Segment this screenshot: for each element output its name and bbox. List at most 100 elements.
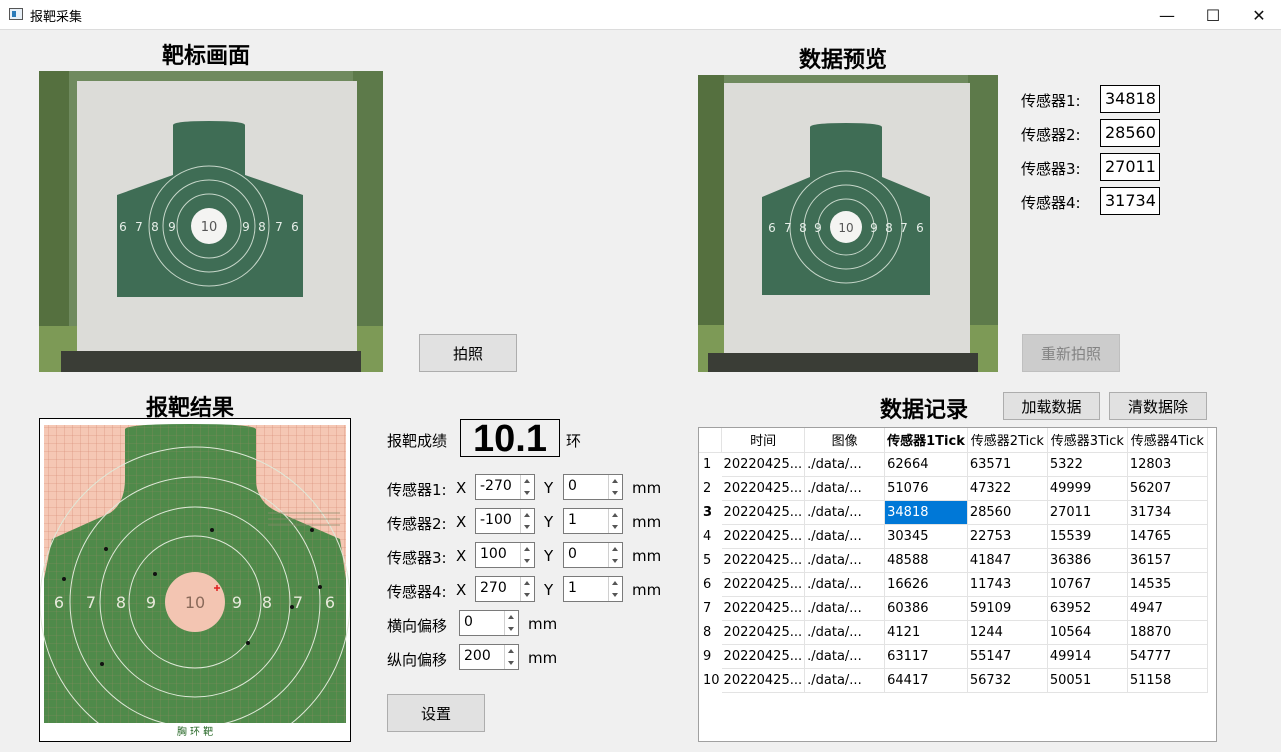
table-cell[interactable]: 5322 — [1047, 452, 1128, 477]
table-cell[interactable]: 10564 — [1047, 620, 1128, 645]
table-cell[interactable]: 49999 — [1047, 476, 1128, 501]
table-cell[interactable]: 41847 — [967, 548, 1048, 573]
column-header[interactable]: 传感器4Tick — [1127, 428, 1208, 453]
table-cell[interactable]: 47322 — [967, 476, 1048, 501]
table-cell[interactable]: 34818 — [884, 500, 968, 525]
table-cell[interactable]: ./data/... — [804, 476, 886, 501]
minimize-button[interactable]: — — [1144, 0, 1190, 30]
table-cell[interactable]: 27011 — [1047, 500, 1128, 525]
table-row[interactable]: 1 20220425... ./data/... 62664 63571 5322 1280… — [699, 452, 1208, 477]
table-cell[interactable]: ./data/... — [804, 644, 886, 669]
table-cell[interactable]: ./data/... — [804, 524, 886, 549]
table-row[interactable]: 6 20220425... ./data/... 16626 11743 10767 145… — [699, 572, 1208, 597]
recapture-button[interactable]: 重新拍照 — [1022, 334, 1120, 372]
table-cell[interactable]: 20220425... — [721, 668, 806, 693]
table-cell[interactable]: 4121 — [884, 620, 968, 645]
sensor4-y-spinbox[interactable]: 1 — [563, 576, 623, 602]
table-cell[interactable]: 1244 — [967, 620, 1048, 645]
table-cell[interactable]: ./data/... — [804, 596, 886, 621]
table-cell[interactable]: 20220425... — [721, 644, 806, 669]
table-cell[interactable]: 16626 — [884, 572, 968, 597]
table-cell[interactable]: 20220425... — [721, 620, 806, 645]
table-cell[interactable]: ./data/... — [804, 620, 886, 645]
table-cell[interactable]: ./data/... — [804, 452, 886, 477]
sensor2-x-spinbox[interactable]: -100 — [475, 508, 535, 534]
row-number[interactable]: 4 — [699, 524, 722, 548]
column-header[interactable]: 时间 — [721, 428, 806, 453]
table-cell[interactable]: ./data/... — [804, 548, 886, 573]
table-cell[interactable]: ./data/... — [804, 500, 886, 525]
table-row[interactable]: 3 20220425... ./data/... 34818 28560 27011 317… — [699, 500, 1208, 525]
sensor2-y-spinbox[interactable]: 1 — [563, 508, 623, 534]
v-offset-spinbox[interactable]: 200 — [459, 644, 519, 670]
table-row[interactable]: 10 20220425... ./data/... 64417 56732 50051 51… — [699, 668, 1208, 693]
sensor1-y-spinbox[interactable]: 0 — [563, 474, 623, 500]
table-cell[interactable]: 64417 — [884, 668, 968, 693]
table-cell[interactable]: 14765 — [1127, 524, 1208, 549]
table-cell[interactable]: 55147 — [967, 644, 1048, 669]
row-number[interactable]: 10 — [699, 668, 722, 692]
table-cell[interactable]: 36157 — [1127, 548, 1208, 573]
table-cell[interactable]: 36386 — [1047, 548, 1128, 573]
table-cell[interactable]: 28560 — [967, 500, 1048, 525]
clear-data-button[interactable]: 清数据除 — [1109, 392, 1207, 420]
table-cell[interactable]: 54777 — [1127, 644, 1208, 669]
table-cell[interactable]: 51076 — [884, 476, 968, 501]
table-cell[interactable]: 20220425... — [721, 476, 806, 501]
settings-button[interactable]: 设置 — [387, 694, 485, 732]
table-cell[interactable]: 20220425... — [721, 572, 806, 597]
row-number[interactable]: 2 — [699, 476, 722, 500]
row-number[interactable]: 7 — [699, 596, 722, 620]
table-cell[interactable]: ./data/... — [804, 668, 886, 693]
row-number[interactable]: 3 — [699, 500, 722, 524]
row-number[interactable]: 8 — [699, 620, 722, 644]
sensor3-y-spinbox[interactable]: 0 — [563, 542, 623, 568]
table-cell[interactable]: 50051 — [1047, 668, 1128, 693]
table-cell[interactable]: 20220425... — [721, 524, 806, 549]
table-cell[interactable]: 63952 — [1047, 596, 1128, 621]
table-cell[interactable]: 56207 — [1127, 476, 1208, 501]
table-cell[interactable]: 51158 — [1127, 668, 1208, 693]
column-header[interactable]: 传感器3Tick — [1047, 428, 1128, 453]
table-cell[interactable]: 63571 — [967, 452, 1048, 477]
table-cell[interactable]: 4947 — [1127, 596, 1208, 621]
table-cell[interactable]: 31734 — [1127, 500, 1208, 525]
table-cell[interactable]: 20220425... — [721, 548, 806, 573]
table-cell[interactable]: 20220425... — [721, 500, 806, 525]
table-cell[interactable]: 56732 — [967, 668, 1048, 693]
table-cell[interactable]: 12803 — [1127, 452, 1208, 477]
table-cell[interactable]: 30345 — [884, 524, 968, 549]
table-row[interactable]: 5 20220425... ./data/... 48588 41847 36386 361… — [699, 548, 1208, 573]
load-data-button[interactable]: 加载数据 — [1003, 392, 1100, 420]
table-row[interactable]: 4 20220425... ./data/... 30345 22753 15539 147… — [699, 524, 1208, 549]
sensor3-x-spinbox[interactable]: 100 — [475, 542, 535, 568]
column-header[interactable]: 传感器2Tick — [967, 428, 1048, 453]
table-cell[interactable]: 20220425... — [721, 596, 806, 621]
table-cell[interactable]: 60386 — [884, 596, 968, 621]
h-offset-spinbox[interactable]: 0 — [459, 610, 519, 636]
row-number[interactable]: 9 — [699, 644, 722, 668]
row-number[interactable]: 6 — [699, 572, 722, 596]
table-cell[interactable]: 11743 — [967, 572, 1048, 597]
table-cell[interactable]: 18870 — [1127, 620, 1208, 645]
close-button[interactable]: ✕ — [1236, 0, 1281, 30]
sensor4-x-spinbox[interactable]: 270 — [475, 576, 535, 602]
table-row[interactable]: 7 20220425... ./data/... 60386 59109 63952 494… — [699, 596, 1208, 621]
table-cell[interactable]: 49914 — [1047, 644, 1128, 669]
row-number[interactable]: 1 — [699, 452, 722, 476]
table-cell[interactable]: 10767 — [1047, 572, 1128, 597]
column-header[interactable]: 图像 — [804, 428, 886, 453]
maximize-button[interactable]: ☐ — [1190, 0, 1236, 30]
row-number[interactable]: 5 — [699, 548, 722, 572]
table-row[interactable]: 9 20220425... ./data/... 63117 55147 49914 547… — [699, 644, 1208, 669]
table-cell[interactable]: 59109 — [967, 596, 1048, 621]
table-row[interactable]: 2 20220425... ./data/... 51076 47322 49999 562… — [699, 476, 1208, 501]
sensor1-x-spinbox[interactable]: -270 — [475, 474, 535, 500]
table-cell[interactable]: ./data/... — [804, 572, 886, 597]
table-cell[interactable]: 48588 — [884, 548, 968, 573]
table-cell[interactable]: 15539 — [1047, 524, 1128, 549]
table-cell[interactable]: 14535 — [1127, 572, 1208, 597]
capture-button[interactable]: 拍照 — [419, 334, 517, 372]
table-cell[interactable]: 22753 — [967, 524, 1048, 549]
table-cell[interactable]: 63117 — [884, 644, 968, 669]
